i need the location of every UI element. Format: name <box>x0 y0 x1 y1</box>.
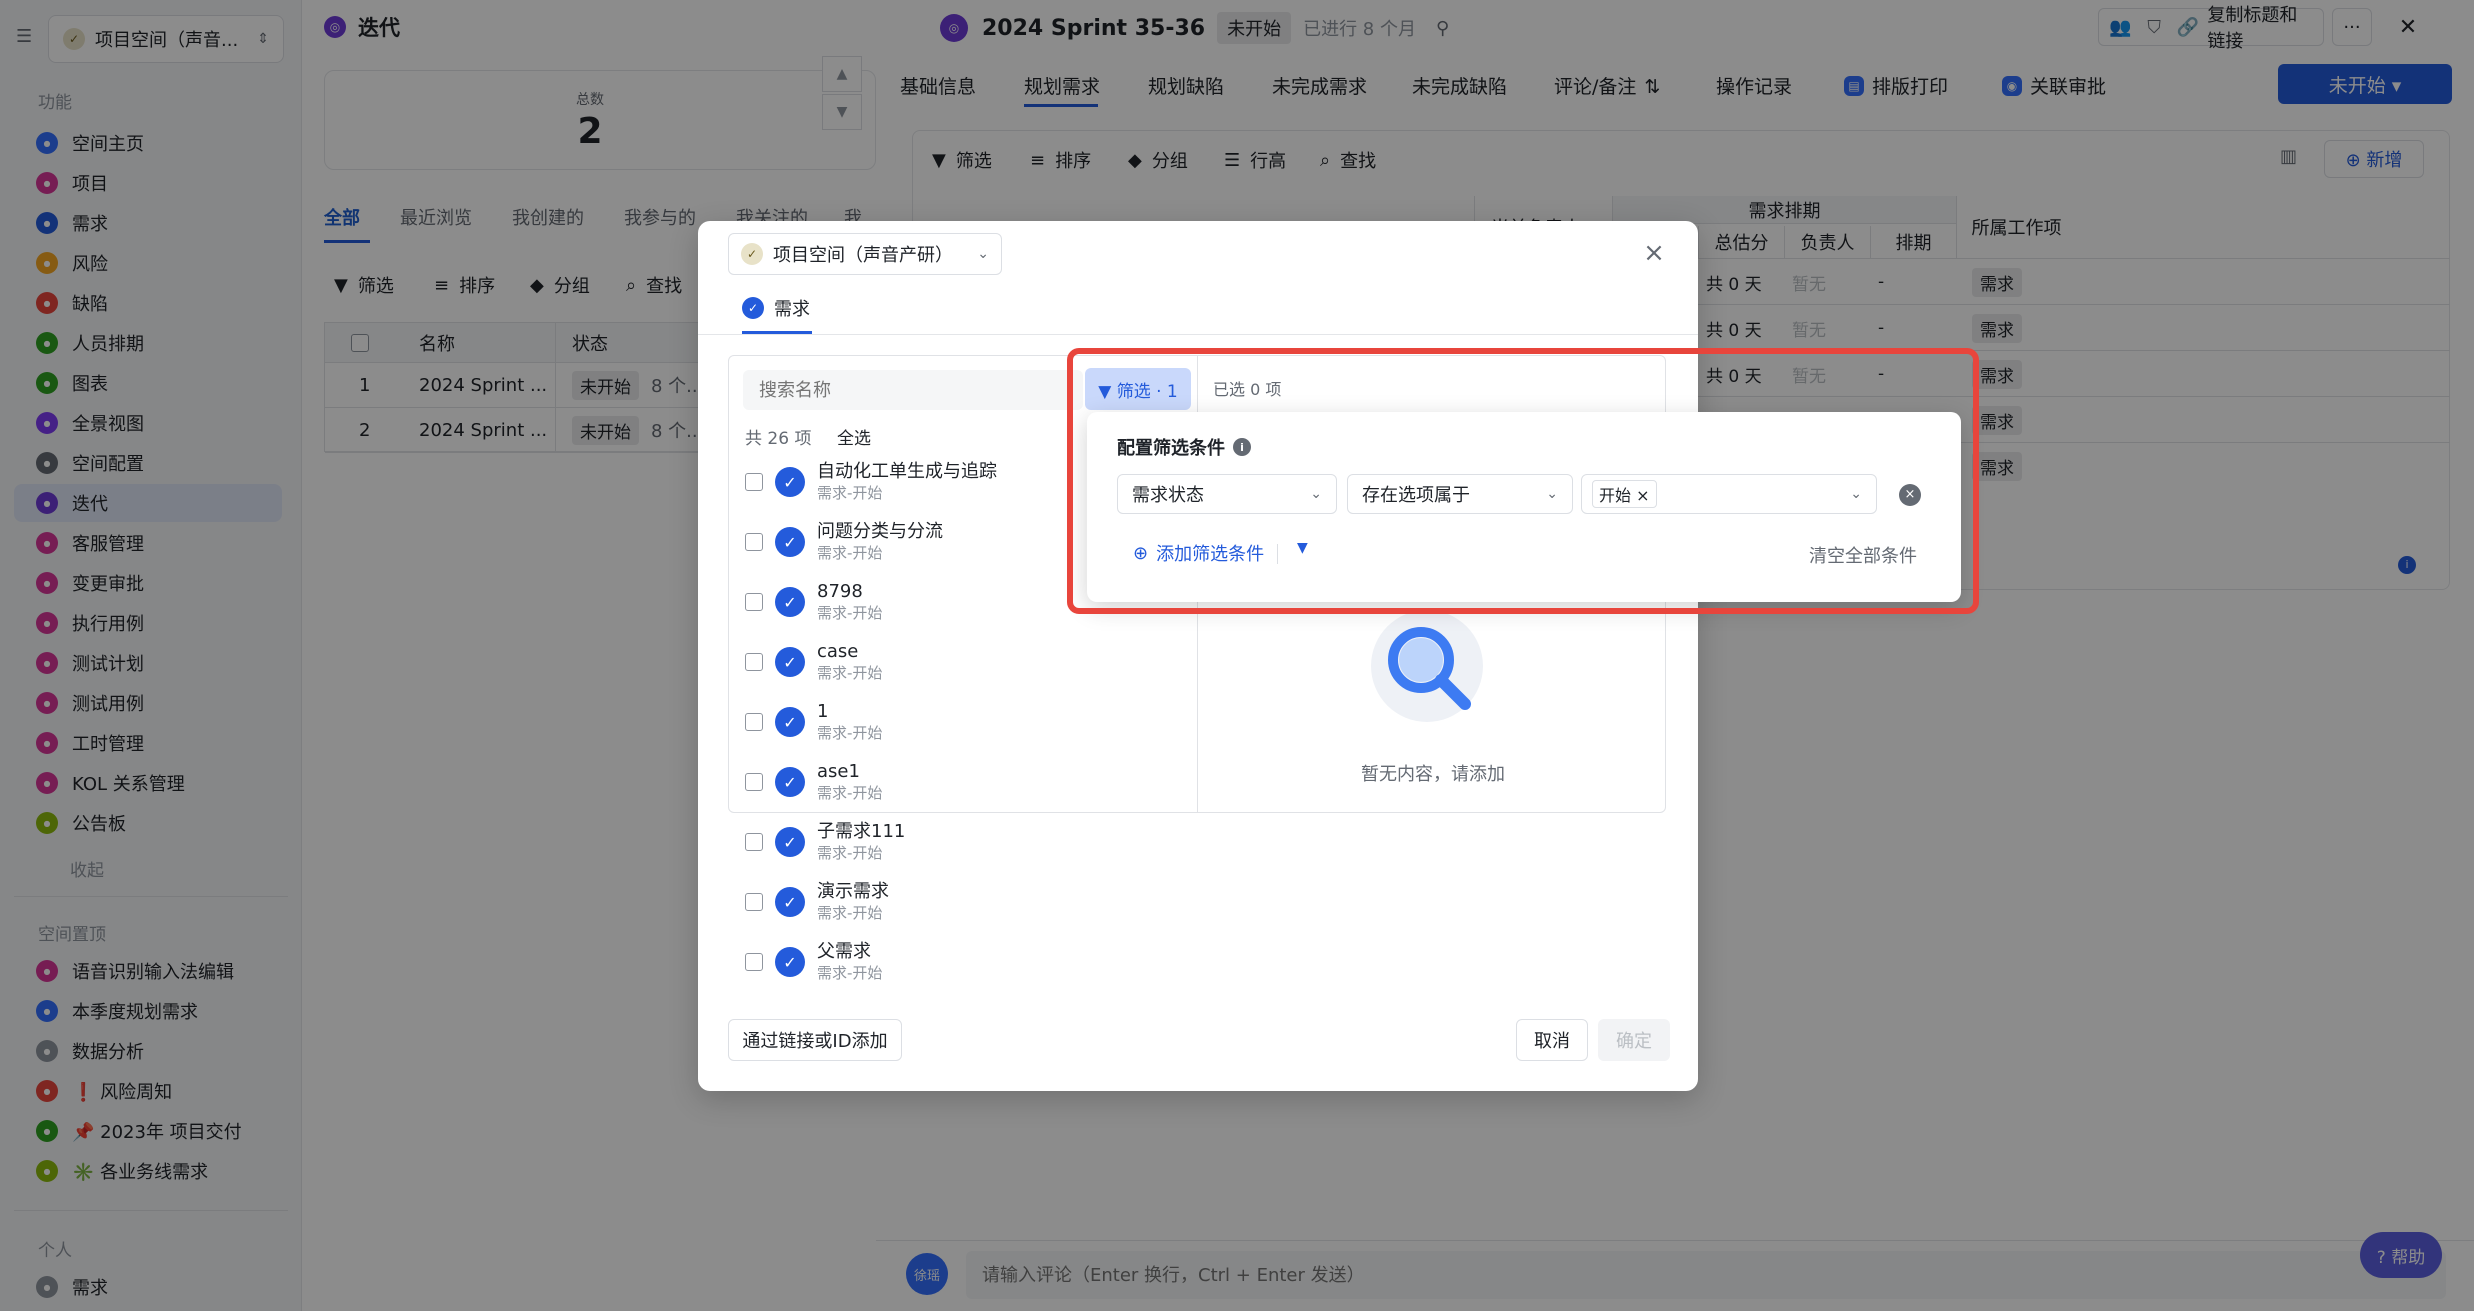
item-subtitle: 需求-开始 <box>817 784 883 802</box>
requirement-icon: ✓ <box>742 297 764 319</box>
item-title: 自动化工单生成与追踪 <box>817 461 997 482</box>
divider <box>698 334 1698 335</box>
item-checkbox[interactable] <box>745 533 763 551</box>
item-text: 演示需求需求-开始 <box>817 881 889 923</box>
list-item[interactable]: ✓ 演示需求需求-开始 <box>745 872 1185 932</box>
chevron-down-icon: ⌄ <box>977 246 989 262</box>
space-avatar-icon: ✓ <box>741 243 763 265</box>
item-text: 8798 需求-开始 <box>817 581 882 623</box>
item-count: 共 26 项 <box>745 429 812 449</box>
tab-requirement[interactable]: ✓ 需求 <box>742 295 810 321</box>
modal-space-select[interactable]: ✓ 项目空间（声音产研） ⌄ <box>728 233 1002 275</box>
item-subtitle: 需求-开始 <box>817 964 883 982</box>
item-title: 1 <box>817 701 829 722</box>
item-subtitle: 需求-开始 <box>817 904 883 922</box>
item-subtitle: 需求-开始 <box>817 544 883 562</box>
item-title: case <box>817 641 859 662</box>
cancel-button[interactable]: 取消 <box>1516 1019 1588 1061</box>
item-checkbox[interactable] <box>745 473 763 491</box>
highlight-annotation <box>1067 348 1979 614</box>
list-item[interactable]: ✓ 父需求需求-开始 <box>745 932 1185 992</box>
item-text: case 需求-开始 <box>817 641 882 683</box>
requirement-icon: ✓ <box>775 467 805 497</box>
item-checkbox[interactable] <box>745 953 763 971</box>
list-item[interactable]: ✓ 子需求111 需求-开始 <box>745 812 1185 872</box>
item-text: 子需求111 需求-开始 <box>817 821 905 863</box>
item-checkbox[interactable] <box>745 593 763 611</box>
modal-close-icon[interactable]: × <box>1636 235 1672 271</box>
item-title: 8798 <box>817 581 863 602</box>
item-checkbox[interactable] <box>745 773 763 791</box>
item-text: 自动化工单生成与追踪 需求-开始 <box>817 461 997 503</box>
item-text: 1 需求-开始 <box>817 701 882 743</box>
add-by-link-button[interactable]: 通过链接或ID添加 <box>728 1019 902 1061</box>
item-text: ase1 需求-开始 <box>817 761 882 803</box>
select-all-button[interactable]: 全选 <box>837 424 871 449</box>
requirement-icon: ✓ <box>775 827 805 857</box>
item-checkbox[interactable] <box>745 653 763 671</box>
requirement-icon: ✓ <box>775 707 805 737</box>
item-checkbox[interactable] <box>745 713 763 731</box>
search-input[interactable] <box>743 370 1083 410</box>
list-item[interactable]: ✓ case 需求-开始 <box>745 632 1185 692</box>
confirm-button[interactable]: 确定 <box>1598 1019 1670 1061</box>
item-title: 父需求 <box>817 941 871 962</box>
item-subtitle: 需求-开始 <box>817 664 883 682</box>
requirement-icon: ✓ <box>775 767 805 797</box>
requirement-icon: ✓ <box>775 947 805 977</box>
item-checkbox[interactable] <box>745 893 763 911</box>
empty-search-icon <box>1371 610 1483 722</box>
requirement-icon: ✓ <box>775 527 805 557</box>
item-subtitle: 需求-开始 <box>817 604 883 622</box>
requirement-icon: ✓ <box>775 587 805 617</box>
item-title: 演示需求 <box>817 881 889 902</box>
empty-text: 暂无内容，请添加 <box>1361 764 1505 785</box>
item-title: 问题分类与分流 <box>817 521 943 542</box>
item-title: ase1 <box>817 761 860 782</box>
requirement-icon: ✓ <box>775 887 805 917</box>
item-subtitle: 需求-开始 <box>817 724 883 742</box>
list-item[interactable]: ✓ 1 需求-开始 <box>745 692 1185 752</box>
item-title: 子需求111 <box>817 821 906 842</box>
item-subtitle: 需求-开始 <box>817 844 883 862</box>
list-item[interactable]: ✓ ase1 需求-开始 <box>745 752 1185 812</box>
item-text: 父需求需求-开始 <box>817 941 882 983</box>
requirement-icon: ✓ <box>775 647 805 677</box>
item-subtitle: 需求-开始 <box>817 484 883 502</box>
item-text: 问题分类与分流 需求-开始 <box>817 521 943 563</box>
item-checkbox[interactable] <box>745 833 763 851</box>
